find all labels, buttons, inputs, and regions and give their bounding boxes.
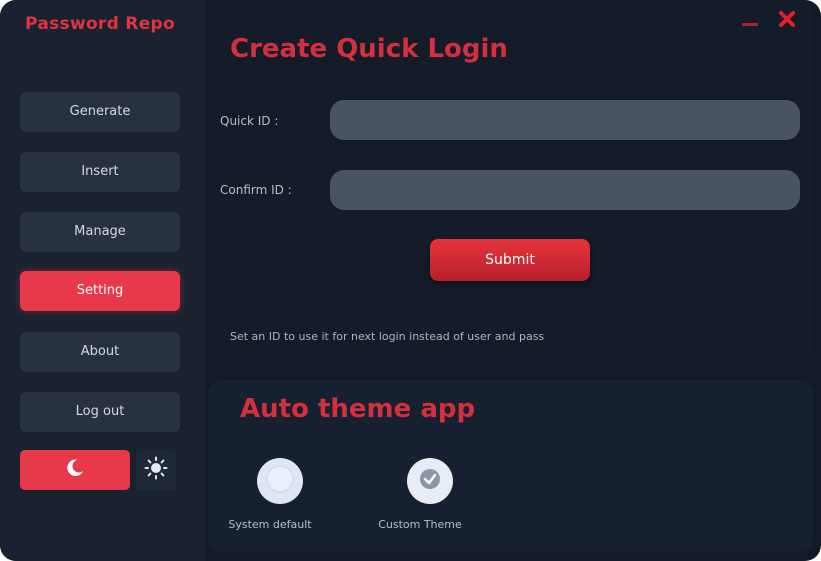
app-title: Password Repo xyxy=(25,14,175,34)
moon-icon xyxy=(64,457,86,483)
circle-icon xyxy=(265,464,295,498)
close-icon xyxy=(778,10,796,32)
sidebar: Password Repo Generate Insert Manage Set… xyxy=(0,0,205,561)
light-theme-button[interactable] xyxy=(136,450,176,490)
confirm-id-label: Confirm ID : xyxy=(220,183,292,197)
check-icon xyxy=(417,466,443,496)
app-window: Password Repo Generate Insert Manage Set… xyxy=(0,0,821,561)
sidebar-item-about[interactable]: About xyxy=(20,332,180,372)
sidebar-item-insert[interactable]: Insert xyxy=(20,152,180,192)
quick-id-input[interactable] xyxy=(330,100,800,140)
minimize-icon xyxy=(742,12,758,31)
system-default-label: System default xyxy=(228,518,312,531)
sidebar-item-log-out[interactable]: Log out xyxy=(20,392,180,432)
confirm-id-input[interactable] xyxy=(330,170,800,210)
minimize-button[interactable] xyxy=(740,12,760,30)
sun-icon xyxy=(144,456,168,484)
dark-theme-button[interactable] xyxy=(20,450,130,490)
quick-login-hint: Set an ID to use it for next login inste… xyxy=(230,330,545,343)
submit-button[interactable]: Submit xyxy=(430,239,590,281)
custom-theme-label: Custom Theme xyxy=(378,518,462,531)
close-button[interactable] xyxy=(776,10,798,32)
quick-id-label: Quick ID : xyxy=(220,114,279,128)
sidebar-item-manage[interactable]: Manage xyxy=(20,212,180,252)
system-default-option[interactable] xyxy=(257,458,303,504)
sidebar-item-setting[interactable]: Setting xyxy=(20,271,180,311)
quick-login-title: Create Quick Login xyxy=(230,34,508,64)
auto-theme-title: Auto theme app xyxy=(240,394,476,424)
custom-theme-option[interactable] xyxy=(407,458,453,504)
sidebar-item-generate[interactable]: Generate xyxy=(20,92,180,132)
